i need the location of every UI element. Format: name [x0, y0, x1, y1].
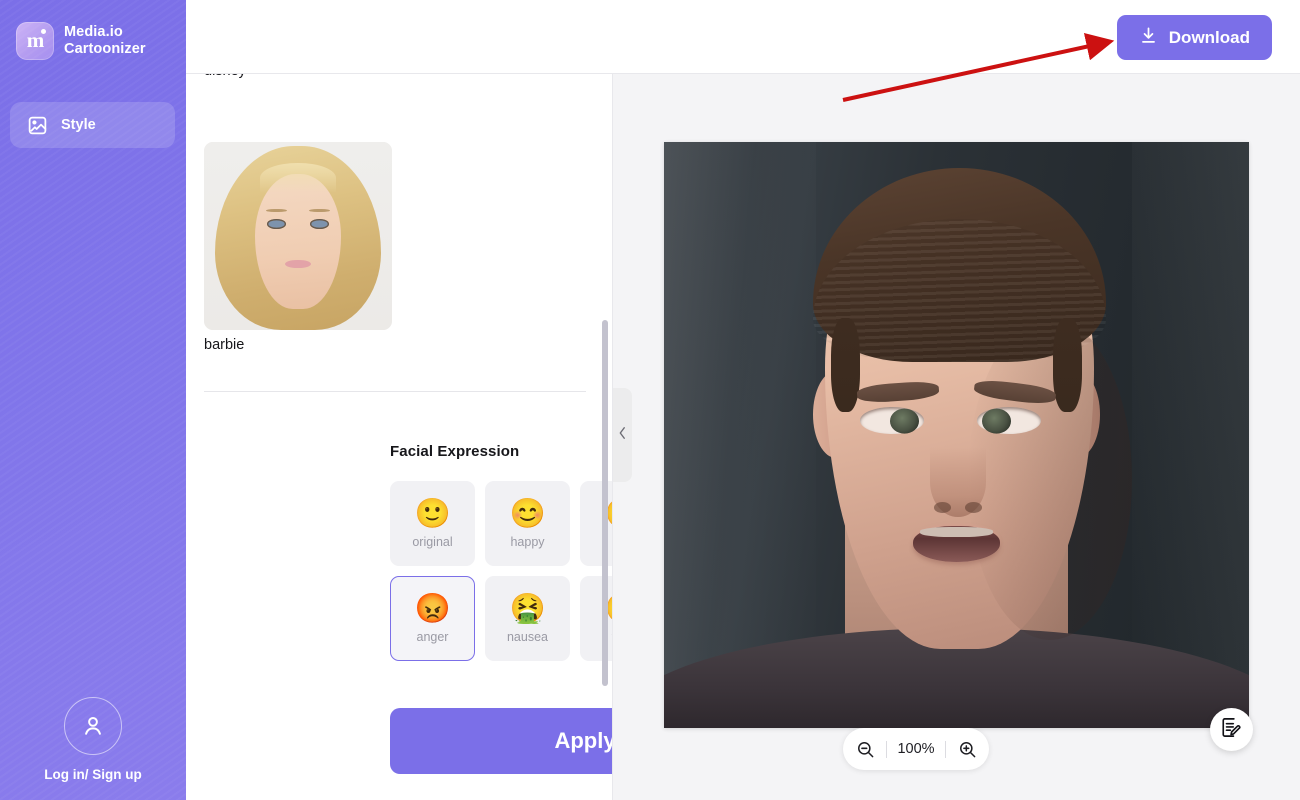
expression-option-nausea[interactable]: 🤮 nausea: [485, 576, 570, 661]
feedback-button[interactable]: [1210, 708, 1253, 751]
facial-expression-title: Facial Expression: [390, 443, 519, 460]
style-thumbnail[interactable]: [204, 142, 392, 330]
expression-option-anger[interactable]: 😡 anger: [390, 576, 475, 661]
style-option-barbie[interactable]: barbie: [204, 142, 392, 353]
expression-label: happy: [510, 535, 544, 549]
expression-option-happy[interactable]: 😊 happy: [485, 481, 570, 566]
user-icon: [64, 697, 122, 755]
expression-label: original: [412, 535, 452, 549]
download-button[interactable]: Download: [1117, 15, 1272, 60]
expression-option-original[interactable]: 🙂 original: [390, 481, 475, 566]
topbar: Download: [186, 0, 1300, 74]
zoom-out-icon[interactable]: [854, 738, 876, 760]
feedback-note-icon: [1220, 716, 1243, 744]
expression-emoji: 🤮: [509, 594, 545, 624]
download-icon: [1139, 26, 1158, 50]
expression-label: nausea: [507, 630, 548, 644]
brand-logo-dot: [41, 29, 46, 34]
zoom-in-icon[interactable]: [956, 738, 978, 760]
panel-scrollbar[interactable]: [602, 320, 608, 686]
brand-logo-letter: m: [16, 28, 54, 53]
app-root: m Media.io Cartoonizer Style: [0, 0, 1300, 800]
expression-emoji: 😡: [414, 594, 450, 624]
expression-emoji: 😊: [509, 499, 545, 529]
zoom-control: 100%: [843, 728, 989, 770]
zoom-level: 100%: [897, 741, 935, 757]
brand-name: Media.io Cartoonizer: [64, 24, 146, 58]
expression-emoji: 🙂: [414, 499, 450, 529]
chevron-left-icon: [617, 426, 628, 445]
facial-expression-grid: 🙂 original 😊 happy 😢 sad 🤩 surprise 😡: [390, 481, 612, 661]
image-icon: [27, 115, 48, 136]
login-signup-button[interactable]: Log in/ Sign up: [0, 697, 186, 782]
style-panel: disney barbie Facial Expression: [186, 0, 613, 800]
brand-logo-icon: m: [16, 22, 54, 60]
panel-collapse-button[interactable]: [613, 388, 632, 482]
sidebar-item-style[interactable]: Style: [10, 102, 175, 148]
apply-button[interactable]: Apply: [390, 708, 612, 774]
panel-divider: [204, 391, 586, 392]
zoom-separator: [886, 741, 887, 758]
style-label: barbie: [204, 337, 392, 353]
sidebar: m Media.io Cartoonizer Style: [0, 0, 186, 800]
expression-label: anger: [417, 630, 449, 644]
preview-image[interactable]: [664, 142, 1249, 728]
sidebar-item-label: Style: [61, 117, 96, 133]
brand: m Media.io Cartoonizer: [16, 22, 146, 60]
login-signup-label: Log in/ Sign up: [0, 767, 186, 782]
panel-scroll-region: disney barbie Facial Expression: [186, 0, 612, 800]
preview-canvas: 100%: [613, 74, 1300, 800]
download-label: Download: [1169, 28, 1250, 48]
zoom-separator: [945, 741, 946, 758]
style-thumbnail-art: [204, 142, 392, 330]
